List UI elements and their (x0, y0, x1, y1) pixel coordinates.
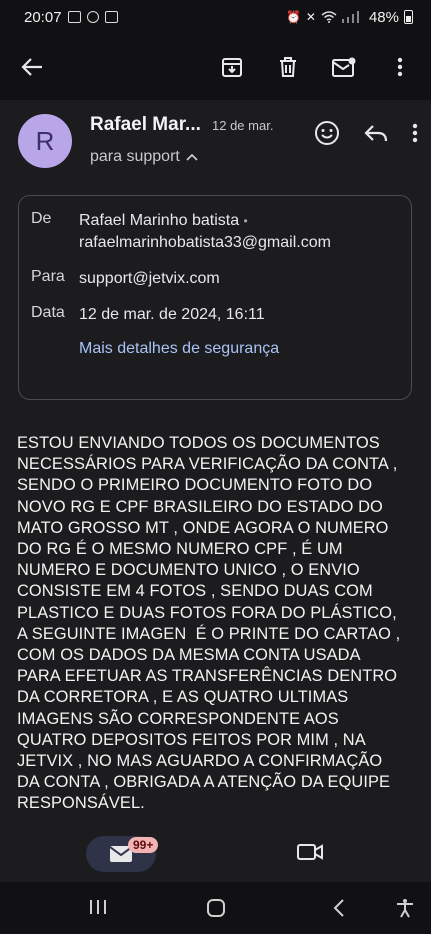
email-body-line: NOVO RG E CPF BRASILEIRO DO ESTADO DO (17, 497, 383, 516)
chevron-up-icon (186, 153, 198, 161)
recipient-summary: para support (90, 148, 180, 165)
email-body-line: PARA EFETUAR AS TRANSFERÊNCIAS DENTRO (17, 667, 398, 686)
email-body-line: RESPONSÁVEL. (17, 794, 145, 813)
archive-icon[interactable] (219, 54, 245, 80)
security-details-link[interactable]: Mais detalhes de segurança (79, 340, 279, 358)
to-row: Para support@jetvix.com (31, 268, 220, 290)
mute-icon: ✕ (305, 10, 316, 24)
from-row: De Rafael Marinho batista • rafaelmarinh… (31, 210, 331, 254)
meet-tab[interactable] (297, 842, 323, 867)
recipient-toggle[interactable]: para support (90, 148, 198, 166)
email-body-line: DA CORRETORA , E AS QUATRO ULTIMAS (17, 688, 349, 707)
alarm-icon: ⏰ (285, 10, 301, 24)
email-body-line: PLASTICO E DUAS FOTOS FORA DO PLÁSTICO, (17, 603, 397, 622)
email-body-line: DO RG É O MESMO NUMERO CPF , É UM (17, 540, 343, 559)
email-body-line: MATO GROSSO MT , ONDE AGORA O NUMERO (17, 518, 389, 537)
from-email[interactable]: rafaelmarinhobatista33@gmail.com (79, 232, 331, 254)
home-icon[interactable] (206, 898, 226, 918)
back-arrow-icon[interactable] (18, 53, 46, 81)
status-time: 20:07 (24, 8, 62, 26)
email-body-line: DA CONTA , OBRIGADA A ATENÇÃO DA EQUIPE (17, 773, 391, 792)
trash-icon[interactable] (275, 54, 301, 80)
video-icon (297, 844, 323, 860)
from-label: De (31, 210, 52, 227)
system-nav-bar (0, 882, 431, 934)
email-body-line: SENDO O PRIMEIRO DOCUMENTO FOTO DO (17, 476, 373, 495)
emoji-icon[interactable] (314, 120, 340, 146)
battery-icon (404, 10, 413, 24)
email-body-line: IMAGENS SÃO CORRESPONDENTE AOS (17, 709, 339, 728)
sender-name[interactable]: Rafael Mar... (90, 114, 201, 136)
back-icon[interactable] (332, 898, 346, 918)
email-body-line: NECESSÁRIOS PARA VERIFICAÇÃO DA CONTA , (17, 455, 398, 474)
status-bar: 20:07 ⏰ ✕ 48% (0, 0, 431, 34)
date-label: Data (31, 304, 65, 321)
from-name: Rafael Marinho batista (79, 212, 240, 229)
notification-icon (104, 11, 118, 23)
email-content: R Rafael Mar... 12 de mar. para support … (0, 100, 431, 830)
reply-icon[interactable] (364, 123, 388, 143)
date-full: 12 de mar. de 2024, 16:11 (79, 306, 265, 323)
email-details-card: De Rafael Marinho batista • rafaelmarinh… (18, 195, 412, 400)
accessibility-icon[interactable] (396, 898, 414, 918)
date-row: Data 12 de mar. de 2024, 16:11 (31, 304, 265, 326)
whatsapp-icon (86, 11, 99, 23)
more-vert-icon[interactable] (387, 54, 413, 80)
email-date: 12 de mar. (212, 118, 274, 133)
bottom-nav: 99+ (0, 830, 431, 882)
email-body-line: COM OS DADOS DA MESMA CONTA USADA (17, 646, 361, 665)
email-body-line: QUATRO DEPOSITOS FEITOS POR MIM , NA (17, 730, 366, 749)
email-body-line: ESTOU ENVIANDO TODOS OS DOCUMENTOS (17, 434, 380, 452)
avatar[interactable]: R (18, 114, 72, 168)
email-body-line: A SEGUINTE IMAGEN É O PRINTE DO CARTAO , (17, 624, 401, 643)
unread-badge: 99+ (128, 837, 159, 853)
to-label: Para (31, 268, 65, 285)
email-body-line: JETVIX , NO MAS AGUARDO A CONFIRMAÇÃO (17, 752, 383, 771)
recents-icon[interactable] (88, 898, 108, 916)
email-body-line: CONSISTE EM 4 FOTOS , SENDO DUAS COM (17, 582, 373, 601)
email-body: ESTOU ENVIANDO TODOS OS DOCUMENTOS NECESS… (17, 433, 417, 815)
email-header: R Rafael Mar... 12 de mar. para support (18, 114, 418, 174)
toolbar (0, 34, 431, 100)
mark-unread-icon[interactable] (331, 54, 357, 80)
from-separator: • (243, 214, 248, 228)
more-vert-icon[interactable] (412, 123, 418, 143)
gallery-icon (67, 11, 81, 23)
battery-level: 48% (368, 8, 399, 26)
wifi-icon (321, 11, 337, 23)
to-email[interactable]: support@jetvix.com (79, 268, 220, 290)
security-row: Mais detalhes de segurança (79, 340, 279, 358)
signal-icon (341, 11, 359, 23)
email-body-line: NUMERO E DOCUMENTO UNICO , O ENVIO (17, 561, 360, 580)
mail-tab[interactable]: 99+ (86, 836, 159, 872)
